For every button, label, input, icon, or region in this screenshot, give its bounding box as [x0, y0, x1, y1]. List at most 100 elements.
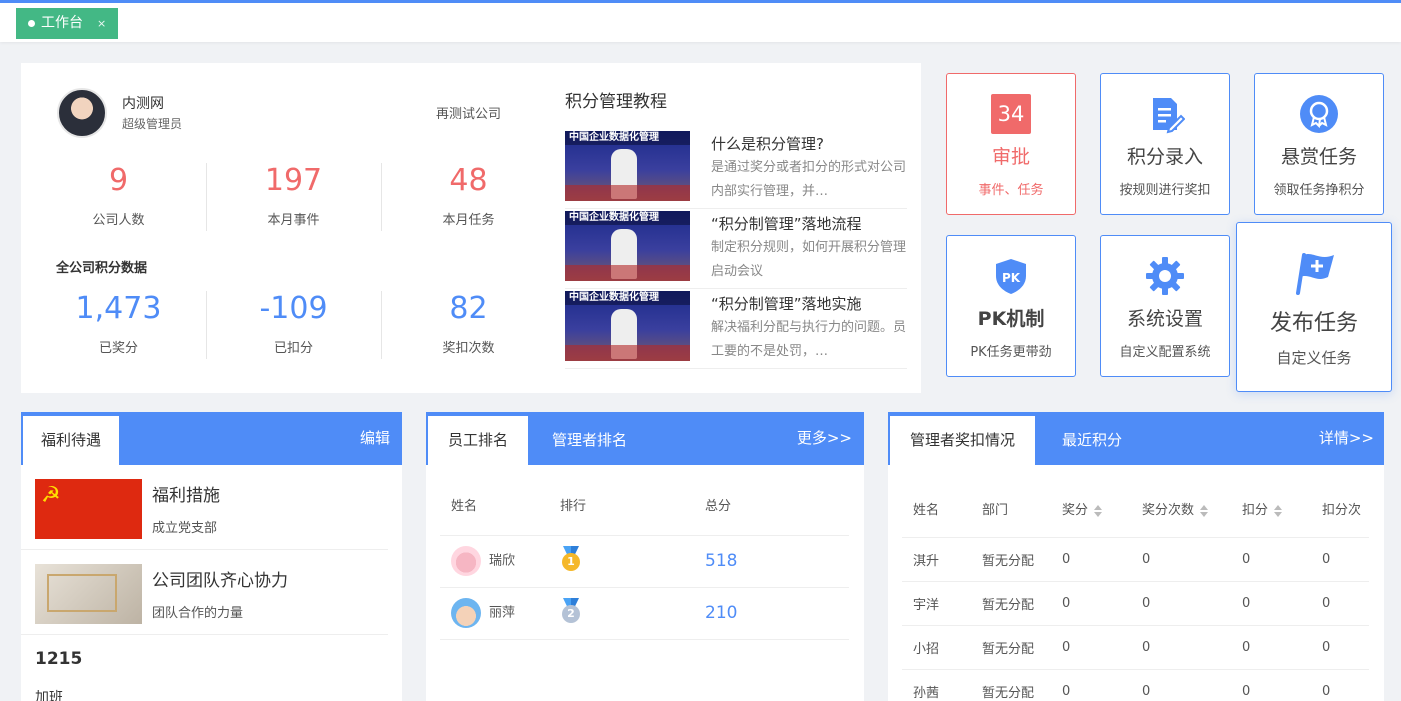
tile-sub: 领取任务挣积分	[1273, 183, 1365, 198]
avatar	[451, 598, 481, 628]
welfare-item[interactable]: ☭ 福利措施 成立党支部	[21, 465, 388, 550]
cell-deduct-count: 0	[1322, 551, 1331, 567]
tutorial-thumbnail[interactable]: 中国企业数据化管理	[565, 291, 690, 361]
tutorial-desc: 解决福利分配与执行力的问题。员工要的不是处罚，…	[711, 320, 907, 359]
gold-medal-icon: 1	[560, 546, 582, 572]
cell-award: 0	[1062, 551, 1071, 567]
tutorial-title: 积分管理教程	[565, 92, 667, 112]
col-deduct[interactable]: 扣分	[1242, 481, 1322, 537]
tutorial-list: 中国企业数据化管理 什么是积分管理? 是通过奖分或者扣分的形式对公司内部实行管理…	[565, 129, 907, 369]
stat-value: 1,473	[75, 291, 162, 326]
name-cell: 丽萍	[440, 587, 560, 639]
cell-award-count: 0	[1142, 639, 1151, 655]
name-cell: 瑞欣	[440, 535, 560, 587]
col-award-count[interactable]: 奖分次数	[1142, 481, 1242, 537]
company-name: 再测试公司	[436, 107, 502, 122]
welfare-card: 福利待遇 编辑 ☭ 福利措施 成立党支部 公司团队齐心协力 团队合作的力量 12…	[21, 412, 402, 701]
stat-value: 82	[449, 291, 488, 326]
employee-name: 丽萍	[489, 605, 516, 621]
tile-title: 审批	[991, 146, 1030, 168]
pk-tile[interactable]: PK PK机制 PK任务更带劲	[946, 235, 1076, 377]
welfare-title: 公司团队齐心协力	[152, 571, 288, 591]
table-row[interactable]: 宇洋 暂无分配 0 0 0 0	[902, 581, 1369, 625]
edit-link[interactable]: 编辑	[360, 412, 390, 465]
stat-value: 197	[264, 163, 323, 198]
stage-decor	[565, 345, 690, 361]
score-cell: 210	[705, 603, 738, 623]
close-icon[interactable]: ×	[97, 8, 106, 39]
table-row[interactable]: 瑞欣 1 518	[440, 535, 849, 587]
tab-employee-ranking[interactable]: 员工排名	[428, 416, 529, 465]
col-rank: 排行	[560, 499, 587, 515]
tile-title: PK机制	[977, 308, 1045, 330]
stat-label: 已奖分	[98, 341, 138, 356]
cell-name: 淇升	[913, 553, 940, 569]
manager-table-wrap: 姓名 部门 奖分 奖分次数 扣分 扣分次 淇升 暂无分配 0 0 0 0 宇洋 …	[902, 481, 1369, 701]
cell-award: 0	[1062, 595, 1071, 611]
tutorial-thumbnail[interactable]: 中国企业数据化管理	[565, 211, 690, 281]
score-entry-tile[interactable]: 积分录入 按规则进行奖扣	[1100, 73, 1230, 215]
welfare-extra-title: 1215	[35, 649, 83, 669]
tab-welfare[interactable]: 福利待遇	[23, 416, 120, 465]
card-header: 管理者奖扣情况 最近积分 详情>>	[888, 412, 1384, 465]
employee-name: 瑞欣	[489, 553, 516, 569]
tile-sub: PK任务更带劲	[970, 345, 1052, 360]
tab-manager-awards[interactable]: 管理者奖扣情况	[890, 416, 1036, 465]
manager-scores-card: 管理者奖扣情况 最近积分 详情>> 姓名 部门 奖分 奖分次数 扣分 扣分次 淇…	[888, 412, 1384, 701]
cell-deduct: 0	[1242, 639, 1251, 655]
tile-title: 系统设置	[1126, 308, 1203, 330]
welfare-item[interactable]: 公司团队齐心协力 团队合作的力量	[21, 550, 388, 635]
tutorial-title-link[interactable]: “积分制管理”落地流程	[711, 213, 907, 234]
tab-recent-scores[interactable]: 最近积分	[1044, 416, 1140, 465]
bounty-tile[interactable]: 悬赏任务 领取任务挣积分	[1254, 73, 1384, 215]
sort-icon[interactable]	[1200, 504, 1209, 517]
tile-sub: 事件、任务	[978, 183, 1044, 198]
cell-name: 宇洋	[913, 597, 940, 613]
cell-award-count: 0	[1142, 595, 1151, 611]
settings-tile[interactable]: 系统设置 自定义配置系统	[1100, 235, 1230, 377]
publish-task-tile[interactable]: 发布任务 自定义任务	[1236, 222, 1392, 392]
table-row[interactable]: 丽萍 2 210	[440, 587, 849, 639]
sort-icon[interactable]	[1094, 504, 1103, 517]
tutorial-item[interactable]: 中国企业数据化管理 “积分制管理”落地流程 制定积分规则，如何开展积分管理启动会…	[565, 209, 907, 289]
tile-sub: 按规则进行奖扣	[1119, 183, 1211, 198]
tab-manager-ranking[interactable]: 管理者排名	[534, 416, 645, 465]
col-award[interactable]: 奖分	[1062, 481, 1142, 537]
stat-month-events: 197 本月事件	[206, 163, 381, 231]
stat-label: 本月任务	[442, 213, 495, 228]
medal-number: 1	[562, 553, 580, 571]
tutorial-title-link[interactable]: “积分制管理”落地实施	[711, 293, 907, 314]
tile-title: 悬赏任务	[1280, 146, 1357, 168]
table-row[interactable]: 孙茜 暂无分配 0 0 0 0	[902, 669, 1369, 701]
tutorial-thumbnail[interactable]: 中国企业数据化管理	[565, 131, 690, 201]
cell-deduct-count: 0	[1322, 595, 1331, 611]
welfare-sub: 团队合作的力量	[152, 606, 244, 621]
flag-plus-icon	[1290, 249, 1338, 297]
table-row[interactable]: 小招 暂无分配 0 0 0 0	[902, 625, 1369, 669]
tutorial-item[interactable]: 中国企业数据化管理 “积分制管理”落地实施 解决福利分配与执行力的问题。员工要的…	[565, 289, 907, 369]
cell-dept: 暂无分配	[982, 641, 1035, 657]
col-deduct-count: 扣分次	[1322, 503, 1362, 519]
tab-workbench[interactable]: 工作台 ×	[16, 8, 119, 39]
stage-decor	[565, 265, 690, 281]
welfare-extra-sub: 加班	[35, 690, 63, 701]
cell-deduct: 0	[1242, 551, 1251, 567]
more-link[interactable]: 更多>>	[797, 412, 852, 465]
silver-medal-icon: 2	[560, 598, 582, 624]
table-header-row: 姓名 排行 总分	[440, 475, 849, 535]
col-name: 姓名	[913, 503, 940, 519]
cell-deduct-count: 0	[1322, 639, 1331, 655]
cell-award-count: 0	[1142, 551, 1151, 567]
approve-tile[interactable]: 34 审批 事件、任务	[946, 73, 1076, 215]
stat-value: -109	[259, 291, 328, 326]
tutorial-item[interactable]: 中国企业数据化管理 什么是积分管理? 是通过奖分或者扣分的形式对公司内部实行管理…	[565, 129, 907, 209]
tutorial-title-link[interactable]: 什么是积分管理?	[711, 133, 907, 154]
section-label: 全公司积分数据	[56, 261, 148, 276]
card-header: 员工排名 管理者排名 更多>>	[426, 412, 864, 465]
tile-sub: 自定义配置系统	[1119, 345, 1211, 360]
detail-link[interactable]: 详情>>	[1319, 412, 1374, 465]
sort-icon[interactable]	[1274, 504, 1283, 517]
stat-awarded: 1,473 已奖分	[31, 291, 206, 356]
medal-number: 2	[562, 605, 580, 623]
table-row[interactable]: 淇升 暂无分配 0 0 0 0	[902, 537, 1369, 581]
